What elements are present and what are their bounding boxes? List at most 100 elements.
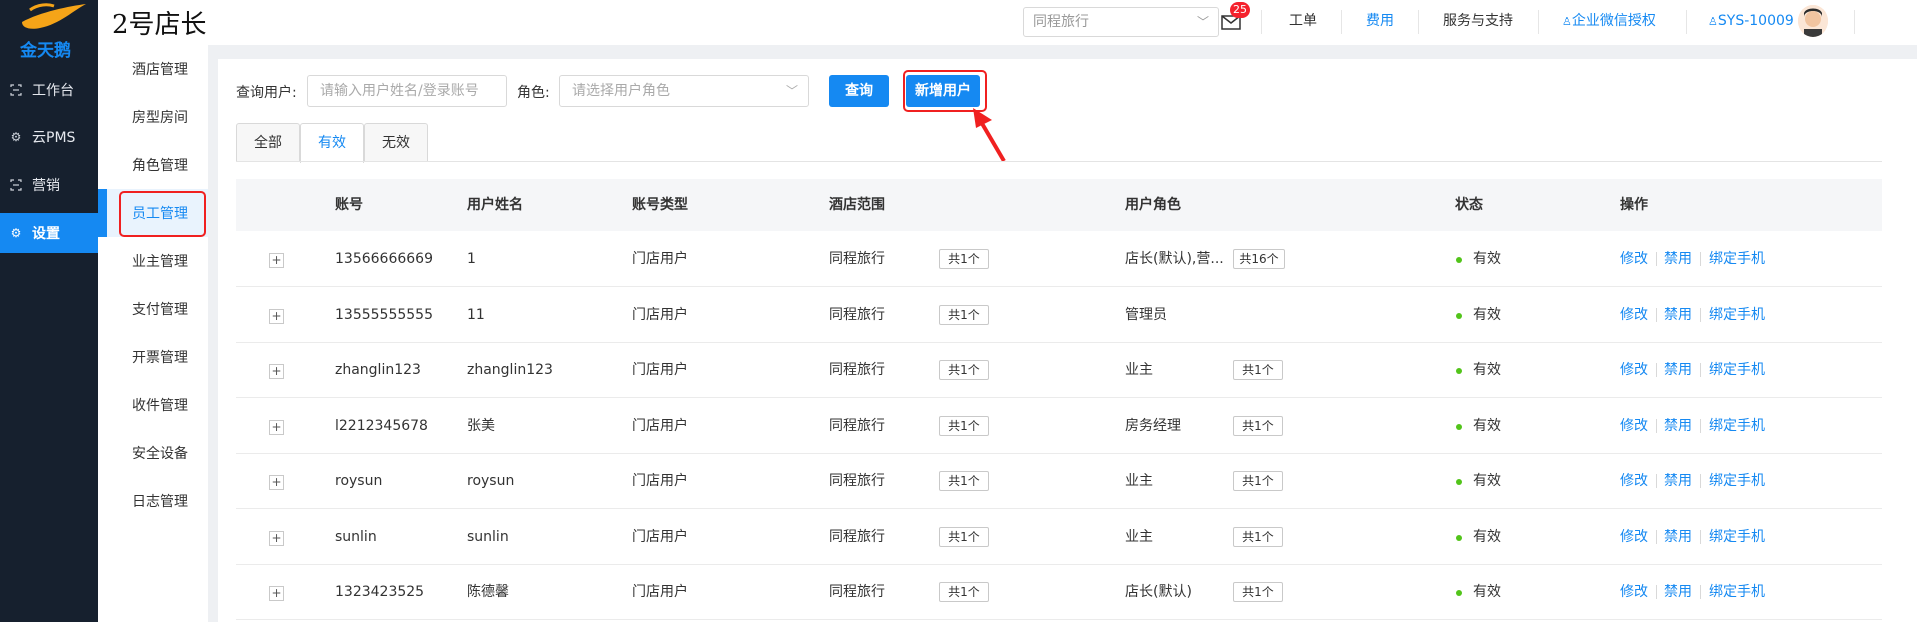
cell-hotel: 同程旅行: [829, 528, 885, 545]
role-count-tag[interactable]: 共1个: [1233, 526, 1283, 547]
nav-label: SYS-10009: [1717, 13, 1794, 29]
cell-user-name: sunlin: [467, 528, 509, 545]
tab-active[interactable]: 有效: [300, 123, 364, 163]
tab-all[interactable]: 全部: [236, 123, 300, 162]
disable-link[interactable]: 禁用: [1664, 232, 1692, 287]
bind-phone-link[interactable]: 绑定手机: [1709, 510, 1765, 565]
disable-link[interactable]: 禁用: [1664, 343, 1692, 398]
nav-wechat-auth[interactable]: ♙企业微信授权: [1562, 0, 1656, 45]
hotel-select[interactable]: 同程旅行 ﹀: [1023, 7, 1219, 37]
hotel-count-tag[interactable]: 共1个: [939, 582, 989, 602]
hotel-count-tag[interactable]: 共1个: [939, 304, 989, 325]
hotel-count-tag[interactable]: 共1个: [939, 526, 989, 547]
highlight-box: [119, 191, 206, 237]
sidebar-item-label: 工作台: [32, 83, 74, 99]
submenu-item-invoices[interactable]: 开票管理: [98, 333, 208, 381]
table-header: 账号 用户姓名 账号类型 酒店范围 用户角色 状态 操作: [236, 179, 1882, 231]
schedule-icon: [9, 83, 23, 97]
role-count-tag[interactable]: 共1个: [1233, 360, 1283, 380]
submenu-item-security-devices[interactable]: 安全设备: [98, 429, 208, 477]
submenu-item-receipts[interactable]: 收件管理: [98, 381, 208, 429]
cell-account: 13566666669: [335, 251, 433, 267]
expand-row-button[interactable]: +: [269, 308, 284, 324]
sidebar-item-marketing[interactable]: 营销: [0, 165, 98, 205]
role-select[interactable]: 请选择用户角色 ﹀: [559, 75, 809, 107]
nav-fees[interactable]: 费用: [1366, 0, 1394, 45]
submenu-item-room-types[interactable]: 房型房间: [98, 93, 208, 141]
edit-link[interactable]: 修改: [1620, 510, 1648, 565]
expand-row-button[interactable]: +: [269, 475, 284, 490]
disable-link[interactable]: 禁用: [1664, 454, 1692, 509]
hotel-count-tag[interactable]: 共1个: [939, 360, 989, 380]
edit-link[interactable]: 修改: [1620, 454, 1648, 509]
expand-row-button[interactable]: +: [269, 364, 284, 379]
logo-text: 金天鹅: [20, 41, 71, 61]
status-badge: 有效: [1473, 528, 1501, 545]
disable-link[interactable]: 禁用: [1664, 565, 1692, 620]
cell-hotel: 同程旅行: [829, 306, 885, 323]
cell-account-type: 门店用户: [632, 473, 688, 489]
bind-phone-link[interactable]: 绑定手机: [1709, 343, 1765, 398]
bind-phone-link[interactable]: 绑定手机: [1709, 288, 1765, 343]
nav-tickets[interactable]: 工单: [1289, 0, 1317, 45]
edit-link[interactable]: 修改: [1620, 343, 1648, 398]
submenu-item-owners[interactable]: 业主管理: [98, 237, 208, 285]
hotel-count-tag[interactable]: 共1个: [939, 471, 989, 491]
nav-account[interactable]: ♙SYS-10009: [1708, 0, 1794, 45]
col-user-name: 用户姓名: [467, 197, 523, 213]
tab-inactive[interactable]: 无效: [364, 123, 428, 162]
submenu-item-hotel[interactable]: 酒店管理: [98, 45, 208, 93]
disable-link[interactable]: 禁用: [1664, 288, 1692, 343]
table-row: + l2212345678 张美 门店用户 同程旅行 共1个 房务经理 共1个 有效 修改 禁用 绑定…: [236, 399, 1882, 454]
hotel-count-tag[interactable]: 共1个: [939, 249, 989, 269]
bind-phone-link[interactable]: 绑定手机: [1709, 232, 1765, 287]
expand-row-button[interactable]: +: [269, 530, 284, 546]
status-dot-icon: [1456, 590, 1462, 596]
annotation-arrow-icon: [973, 108, 1006, 163]
disable-link[interactable]: 禁用: [1664, 399, 1692, 454]
divider: [1700, 529, 1701, 544]
sidebar-item-label: 设置: [32, 226, 60, 242]
cell-hotel: 同程旅行: [829, 584, 885, 600]
edit-link[interactable]: 修改: [1620, 399, 1648, 454]
table-row: + roysun roysun 门店用户 同程旅行 共1个 业主 共1个 有效 修改 禁用 绑定手机: [236, 454, 1882, 509]
cell-user-role: 业主: [1125, 473, 1153, 489]
edit-link[interactable]: 修改: [1620, 288, 1648, 343]
bind-phone-link[interactable]: 绑定手机: [1709, 399, 1765, 454]
table-row: + zhanglin123 zhanglin123 门店用户 同程旅行 共1个 业主 共1个 有…: [236, 343, 1882, 398]
edit-link[interactable]: 修改: [1620, 232, 1648, 287]
table-row: + sunlin sunlin 门店用户 同程旅行 共1个 业主 共1个 有效 修改 禁用 绑定手机: [236, 510, 1882, 565]
submenu-item-payments[interactable]: 支付管理: [98, 285, 208, 333]
role-count-tag[interactable]: 共1个: [1233, 582, 1283, 602]
divider: [1656, 529, 1657, 544]
status-badge: 有效: [1473, 306, 1501, 323]
sidebar-item-workbench[interactable]: 工作台: [0, 70, 98, 110]
cell-account: 13555555555: [335, 306, 433, 323]
user-search-input[interactable]: 请输入用户姓名/登录账号: [307, 75, 507, 107]
expand-row-button[interactable]: +: [269, 586, 284, 601]
expand-row-button[interactable]: +: [269, 419, 284, 435]
role-count-tag[interactable]: 共1个: [1233, 471, 1283, 491]
user-icon: ♙: [1562, 15, 1572, 28]
nav-service-support[interactable]: 服务与支持: [1443, 0, 1513, 45]
role-count-tag[interactable]: 共1个: [1233, 415, 1283, 436]
gear-icon: ⚙: [10, 226, 22, 240]
avatar[interactable]: [1798, 5, 1828, 37]
sidebar-item-settings[interactable]: ⚙ 设置: [0, 213, 98, 253]
submenu-item-logs[interactable]: 日志管理: [98, 477, 208, 525]
submenu-item-roles[interactable]: 角色管理: [98, 141, 208, 189]
bind-phone-link[interactable]: 绑定手机: [1709, 454, 1765, 509]
cell-user-name: 11: [467, 306, 485, 323]
role-count-tag[interactable]: 共16个: [1233, 249, 1285, 269]
expand-row-button[interactable]: +: [269, 253, 284, 268]
cell-user-role: 业主: [1125, 528, 1153, 545]
cell-user-role: 业主: [1125, 362, 1153, 378]
query-button[interactable]: 查询: [829, 75, 889, 107]
brand-logo[interactable]: 金天鹅: [0, 0, 98, 62]
bind-phone-link[interactable]: 绑定手机: [1709, 565, 1765, 620]
sidebar-item-cloud-pms[interactable]: ⚙ 云PMS: [0, 117, 98, 157]
cell-account: 1323423525: [335, 584, 425, 600]
hotel-count-tag[interactable]: 共1个: [939, 415, 989, 436]
edit-link[interactable]: 修改: [1620, 565, 1648, 620]
disable-link[interactable]: 禁用: [1664, 510, 1692, 565]
